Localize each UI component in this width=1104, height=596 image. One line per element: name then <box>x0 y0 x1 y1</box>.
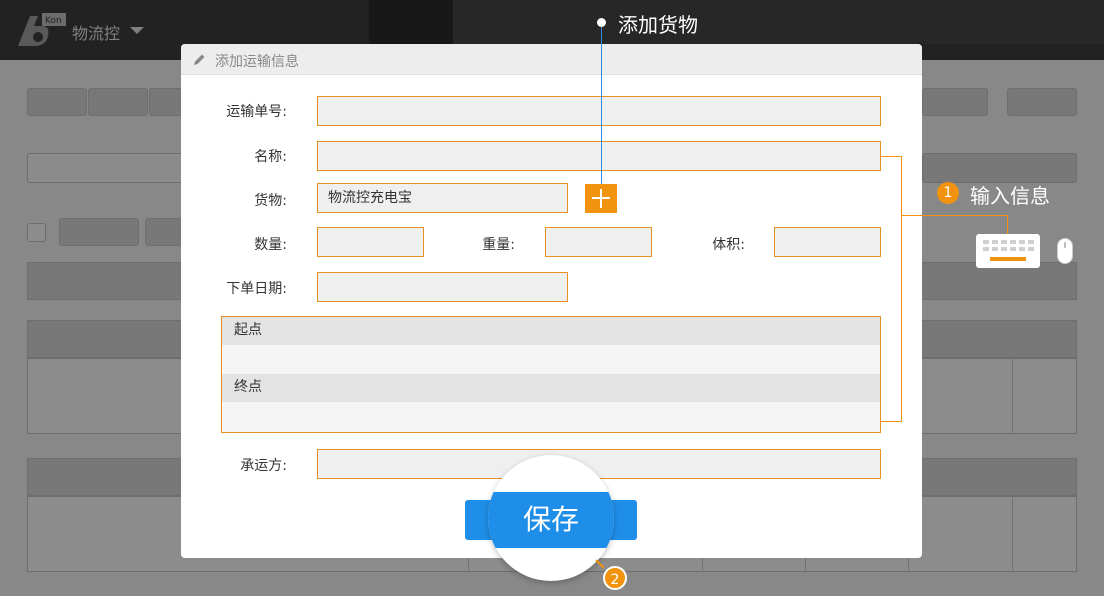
volume-input[interactable] <box>774 227 881 257</box>
route-section: 起点 终点 <box>221 316 881 433</box>
name-label: 名称: <box>254 149 287 165</box>
volume-label: 体积: <box>712 237 745 253</box>
callout-dot <box>597 18 606 27</box>
quantity-label: 数量: <box>254 237 287 253</box>
route-start-label: 起点 <box>222 317 880 345</box>
waybill-label: 运输单号: <box>226 104 287 120</box>
order-date-input[interactable] <box>317 272 568 302</box>
annotation-add-cargo: 添加货物 <box>618 13 698 37</box>
magnified-save-button: 保存 <box>488 492 614 548</box>
annotation-input-info: 输入信息 <box>970 184 1050 208</box>
route-end-input[interactable] <box>222 402 880 432</box>
order-date-label: 下单日期: <box>226 281 287 297</box>
weight-label: 重量: <box>482 237 515 253</box>
mouse-icon <box>1057 238 1073 264</box>
carrier-input[interactable] <box>317 449 881 479</box>
save-magnifier: 保存 <box>488 455 614 581</box>
waybill-input[interactable] <box>317 96 881 126</box>
carrier-label: 承运方: <box>240 458 287 474</box>
route-end-label: 终点 <box>222 374 880 402</box>
step-2-badge: 2 <box>603 566 627 590</box>
name-input[interactable] <box>317 141 881 171</box>
quantity-input[interactable] <box>317 227 424 257</box>
cargo-input[interactable]: 物流控充电宝 <box>317 183 568 213</box>
route-start-input[interactable] <box>222 345 880 374</box>
pencil-icon <box>194 54 205 65</box>
dialog-header: 添加运输信息 <box>181 44 922 75</box>
keyboard-icon <box>976 234 1040 268</box>
dialog-title: 添加运输信息 <box>215 54 299 70</box>
callout-line-add-cargo <box>601 27 602 184</box>
add-cargo-button[interactable] <box>585 184 617 213</box>
weight-input[interactable] <box>545 227 652 257</box>
step-1-badge: 1 <box>937 182 959 204</box>
cargo-label: 货物: <box>254 193 287 209</box>
